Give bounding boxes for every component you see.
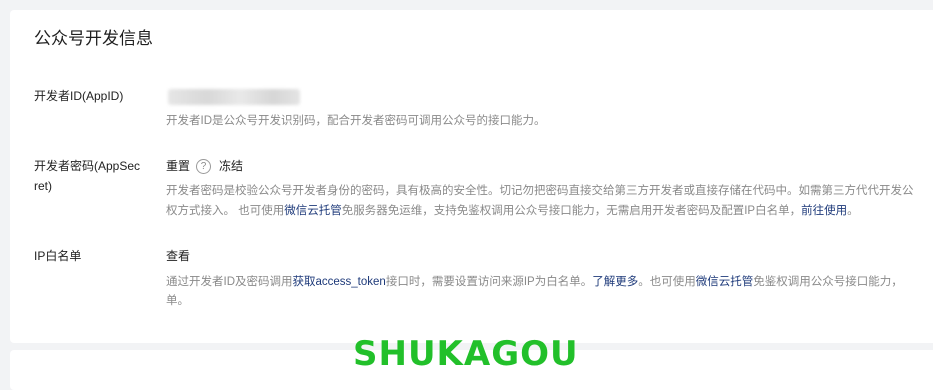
reset-button[interactable]: 重置 xyxy=(166,159,190,173)
ip-desc-text-b: 接口时，需要设置访问来源IP为白名单。 xyxy=(385,276,593,288)
appid-label: 开发者ID(AppID) xyxy=(34,89,124,103)
ip-whitelist-description-line1: 通过开发者ID及密码调用获取access_token接口时，需要设置访问来源IP… xyxy=(166,272,903,292)
help-icon[interactable]: ? xyxy=(196,159,212,175)
learn-more-link[interactable]: 了解更多 xyxy=(592,276,638,288)
get-access-token-link[interactable]: 获取access_token xyxy=(293,276,386,288)
appsecret-description-line1: 开发者密码是校验公众号开发者身份的密码，具有极高的安全性。切记勿把密码直接交给第… xyxy=(166,185,914,197)
wechat-cloud-hosting-link[interactable]: 微信云托管 xyxy=(284,205,342,217)
appsecret-desc-text-a: 权方式接入。 也可使用 xyxy=(166,205,285,217)
go-use-link[interactable]: 前往使用 xyxy=(801,205,847,217)
section-title: 公众号开发信息 xyxy=(34,29,153,48)
ip-desc-text-a: 通过开发者ID及密码调用 xyxy=(166,276,293,288)
ip-whitelist-label: IP白名单 xyxy=(34,249,82,263)
appsecret-description-line2: 权方式接入。 也可使用微信云托管免服务器免运维，支持免鉴权调用公众号接口能力，无… xyxy=(166,201,859,221)
ip-whitelist-description-line2: 单。 xyxy=(166,295,189,307)
ip-whitelist-actions: 查看 xyxy=(166,246,190,266)
watermark: SHUKAGOU xyxy=(353,334,579,374)
appsecret-label-line2: ret) xyxy=(34,179,52,193)
ip-desc-text-d: 免鉴权调用公众号接口能力， xyxy=(753,276,903,288)
view-button[interactable]: 查看 xyxy=(166,249,190,263)
appid-description: 开发者ID是公众号开发识别码，配合开发者密码可调用公众号的接口能力。 xyxy=(166,115,546,127)
appid-value-redacted xyxy=(168,89,300,105)
appsecret-desc-text-c: 。 xyxy=(847,205,859,217)
appsecret-label-line1: 开发者密码(AppSec xyxy=(34,159,141,173)
appsecret-desc-text-b: 免服务器免运维，支持免鉴权调用公众号接口能力，无需启用开发者密码及配置IP白名单… xyxy=(341,205,802,217)
ip-desc-text-c: 。也可使用 xyxy=(638,276,696,288)
wechat-cloud-hosting-link-2[interactable]: 微信云托管 xyxy=(696,276,754,288)
appsecret-label: 开发者密码(AppSec ret) xyxy=(34,156,154,196)
freeze-button[interactable]: 冻结 xyxy=(219,159,243,173)
appsecret-actions: 重置? 冻结 xyxy=(166,156,243,176)
